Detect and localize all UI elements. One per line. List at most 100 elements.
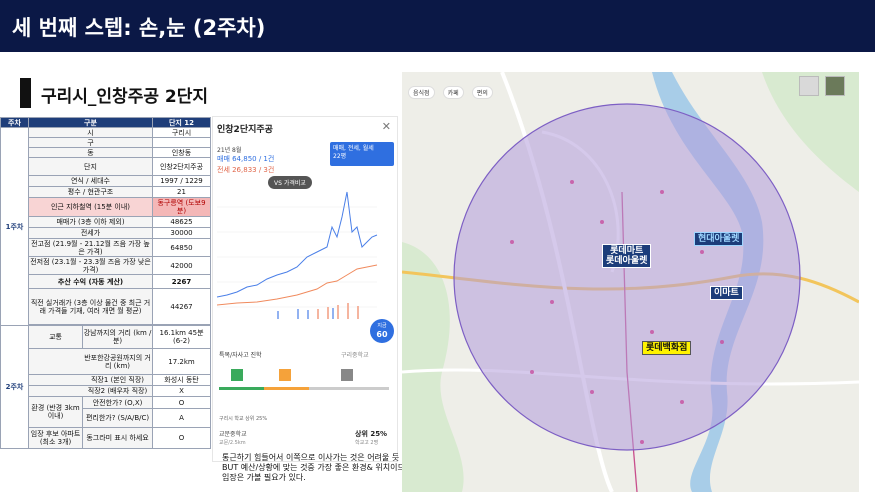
row-label: 전세가 xyxy=(28,227,153,239)
deal-count-badge[interactable]: 지금 60 xyxy=(370,319,394,343)
row-value: 44267 xyxy=(152,288,211,325)
school-rank: 상위 25% xyxy=(355,430,388,438)
app-title: 인창2단지주공 xyxy=(217,125,273,135)
table-row: 직장1 (본인 직장) 화성시 동탄 xyxy=(1,374,211,386)
category-chips: 음식점 카페 편의 xyxy=(408,80,496,99)
row-label: 시 xyxy=(28,127,153,138)
table-row: 평수 / 현관구조 21 xyxy=(1,186,211,198)
satellite-view-icon[interactable] xyxy=(825,76,845,96)
school-name: 교문중학교 xyxy=(219,431,247,438)
week-1-label: 1주차 xyxy=(0,127,29,326)
filter-line-2: 22평 xyxy=(333,153,347,160)
map-canvas xyxy=(402,72,859,492)
table-row: 구 xyxy=(1,137,211,148)
label-emart: 이마트 xyxy=(710,286,743,300)
subtitle-marker xyxy=(20,78,31,108)
row-value: 구리시 xyxy=(152,127,211,138)
row-label: 동그라미 표시 하세요 xyxy=(86,434,149,442)
app-sale-price: 매매 64,850 / 1건 xyxy=(217,155,275,163)
label-lotte-department: 롯데백화점 xyxy=(642,341,692,355)
table-row: 1주차 시 구리시 xyxy=(0,127,211,326)
price-chart xyxy=(217,191,378,319)
row-label: 매매가 (3층 이하 제외) xyxy=(28,216,153,228)
week-2-label: 2주차 xyxy=(0,325,29,449)
row-label: 동 xyxy=(28,147,153,158)
table-row: 2주차 교통 강남까지의 거리 (km / 분) 16.1km 45분 (6-2… xyxy=(0,325,211,449)
school-bar xyxy=(219,369,389,390)
school-marker-gray xyxy=(341,369,353,381)
row-label: 전저점 (23.1월 - 23.3월 즈음 가장 낮은 가격) xyxy=(28,256,153,275)
app-date: 21년 8월 xyxy=(217,147,242,154)
table-row: 환경 (반경 3km이내) 안전한가? (O,X) 편리한가? (S/A/B/C… xyxy=(1,395,211,428)
lotte-outlet-text: 롯데아울렛 xyxy=(606,256,648,266)
chip-cafe[interactable]: 카페 xyxy=(442,86,464,99)
label-lotte-mart: 롯데마트 롯데아울렛 xyxy=(602,244,652,268)
row-value: 동구릉역 (도보9분) xyxy=(152,197,211,217)
sale-price-line xyxy=(217,191,378,298)
row-value: 48625 xyxy=(152,216,211,228)
table-row: 임장 후보 아파트 (최소 3개) 동그라미 표시 하세요 O xyxy=(1,427,211,449)
school-marker-green xyxy=(231,369,243,381)
row-value: 2267 xyxy=(152,274,211,289)
row-label: 구 xyxy=(28,137,153,148)
table-row: 동 인창동 xyxy=(1,147,211,158)
close-icon[interactable]: ✕ xyxy=(382,120,391,133)
chip-convenience[interactable]: 편의 xyxy=(471,86,493,99)
row-label: 직장2 (배우자 직장) xyxy=(28,385,153,397)
slide-title: 세 번째 스텝: 손,눈 (2주차) xyxy=(12,16,266,40)
row-value: 화성시 동탄 xyxy=(152,374,211,386)
row-value: 16.1km 45분 (6-2) xyxy=(152,325,211,349)
trade-filter-button[interactable]: 매매, 전세, 월세 22평 xyxy=(330,142,394,166)
row-value: X xyxy=(152,385,211,397)
row-label: 반포한강공원까지의 거리 (km) xyxy=(28,348,153,375)
row-value: 17.2km xyxy=(152,348,211,375)
table-row: 직장2 (배우자 직장) X xyxy=(1,385,211,397)
row-value xyxy=(152,137,211,148)
filter-line-1: 매매, 전세, 월세 xyxy=(333,145,374,152)
analysis-table: 주차 구분 단지 12 1주차 시 구리시 구 동 인창동 단지 인창2단지주공… xyxy=(0,117,211,449)
school-label: 구리시 학교 상위 25% xyxy=(219,416,268,422)
row-label: 편리한가? (S/A/B/C) xyxy=(85,414,150,423)
app-rent-price: 전세 26,833 / 3건 xyxy=(217,166,275,174)
row-value: O xyxy=(152,427,211,449)
header-category: 구분 xyxy=(28,117,153,128)
row-value: 64850 xyxy=(152,238,211,257)
row-value: 인창동 xyxy=(152,147,211,158)
map-type-icon[interactable] xyxy=(799,76,819,96)
table-row: 추산 수익 (자동 계산) 2267 xyxy=(1,274,211,289)
tab-special-school[interactable]: 특목/자사고 진학 xyxy=(219,350,262,359)
real-estate-app-panel: 인창2단지주공 ✕ 21년 8월 매매 64,850 / 1건 전세 26,83… xyxy=(212,116,398,462)
row-value: A xyxy=(152,408,211,428)
tab-middle-school[interactable]: 구리중학교 xyxy=(341,350,369,359)
badge-number: 60 xyxy=(376,330,388,339)
row-value: 21 xyxy=(152,186,211,198)
row-label: 추산 수익 (자동 계산) xyxy=(28,274,153,289)
row-label: 직장1 (본인 직장) xyxy=(28,374,153,386)
subtitle: 구리시_인창주공 2단지 xyxy=(41,87,209,107)
table-row: 매매가 (3층 이하 제외) 48625 xyxy=(1,216,211,228)
row-label: 전고점 (21.9월 - 21.12월 즈음 가장 높은 가격) xyxy=(28,238,153,257)
row-label: 단지 xyxy=(28,157,153,176)
chip-restaurant[interactable]: 음식점 xyxy=(408,86,435,99)
rent-price-line xyxy=(217,264,378,306)
school-count: 학교고 2명 xyxy=(355,440,379,446)
table-row: 연식 / 세대수 1997 / 1229 xyxy=(1,175,211,187)
school-marker-orange xyxy=(279,369,291,381)
table-row: 전고점 (21.9월 - 21.12월 즈음 가장 높은 가격) 64850 xyxy=(1,238,211,257)
table-header-row: 주차 구분 단지 12 xyxy=(0,117,211,128)
header-week: 주차 xyxy=(0,117,29,128)
row-label: 연식 / 세대수 xyxy=(28,175,153,187)
env-group-label: 환경 (반경 3km이내) xyxy=(30,397,84,427)
slide: 세 번째 스텝: 손,눈 (2주차) 구리시_인창주공 2단지 주차 구분 단지… xyxy=(0,0,875,499)
header-bar: 세 번째 스텝: 손,눈 (2주차) xyxy=(0,0,875,52)
table-row: 전저점 (23.1월 - 23.3월 즈음 가장 낮은 가격) 42000 xyxy=(1,256,211,275)
row-value: 42000 xyxy=(152,256,211,275)
map-view[interactable]: 음식점 카페 편의 롯데마트 롯데아울렛 현대아울렛 이마트 롯데백화점 xyxy=(402,72,859,492)
row-label: 안전한가? (O,X) xyxy=(83,398,152,410)
badge-label: 지금 xyxy=(377,323,387,329)
lotte-mart-text: 롯데마트 xyxy=(610,246,644,256)
row-value: 30000 xyxy=(152,227,211,239)
row-value: 1997 / 1229 xyxy=(152,175,211,187)
row-value: O xyxy=(152,395,211,410)
row-value: 인창2단지주공 xyxy=(152,157,211,176)
